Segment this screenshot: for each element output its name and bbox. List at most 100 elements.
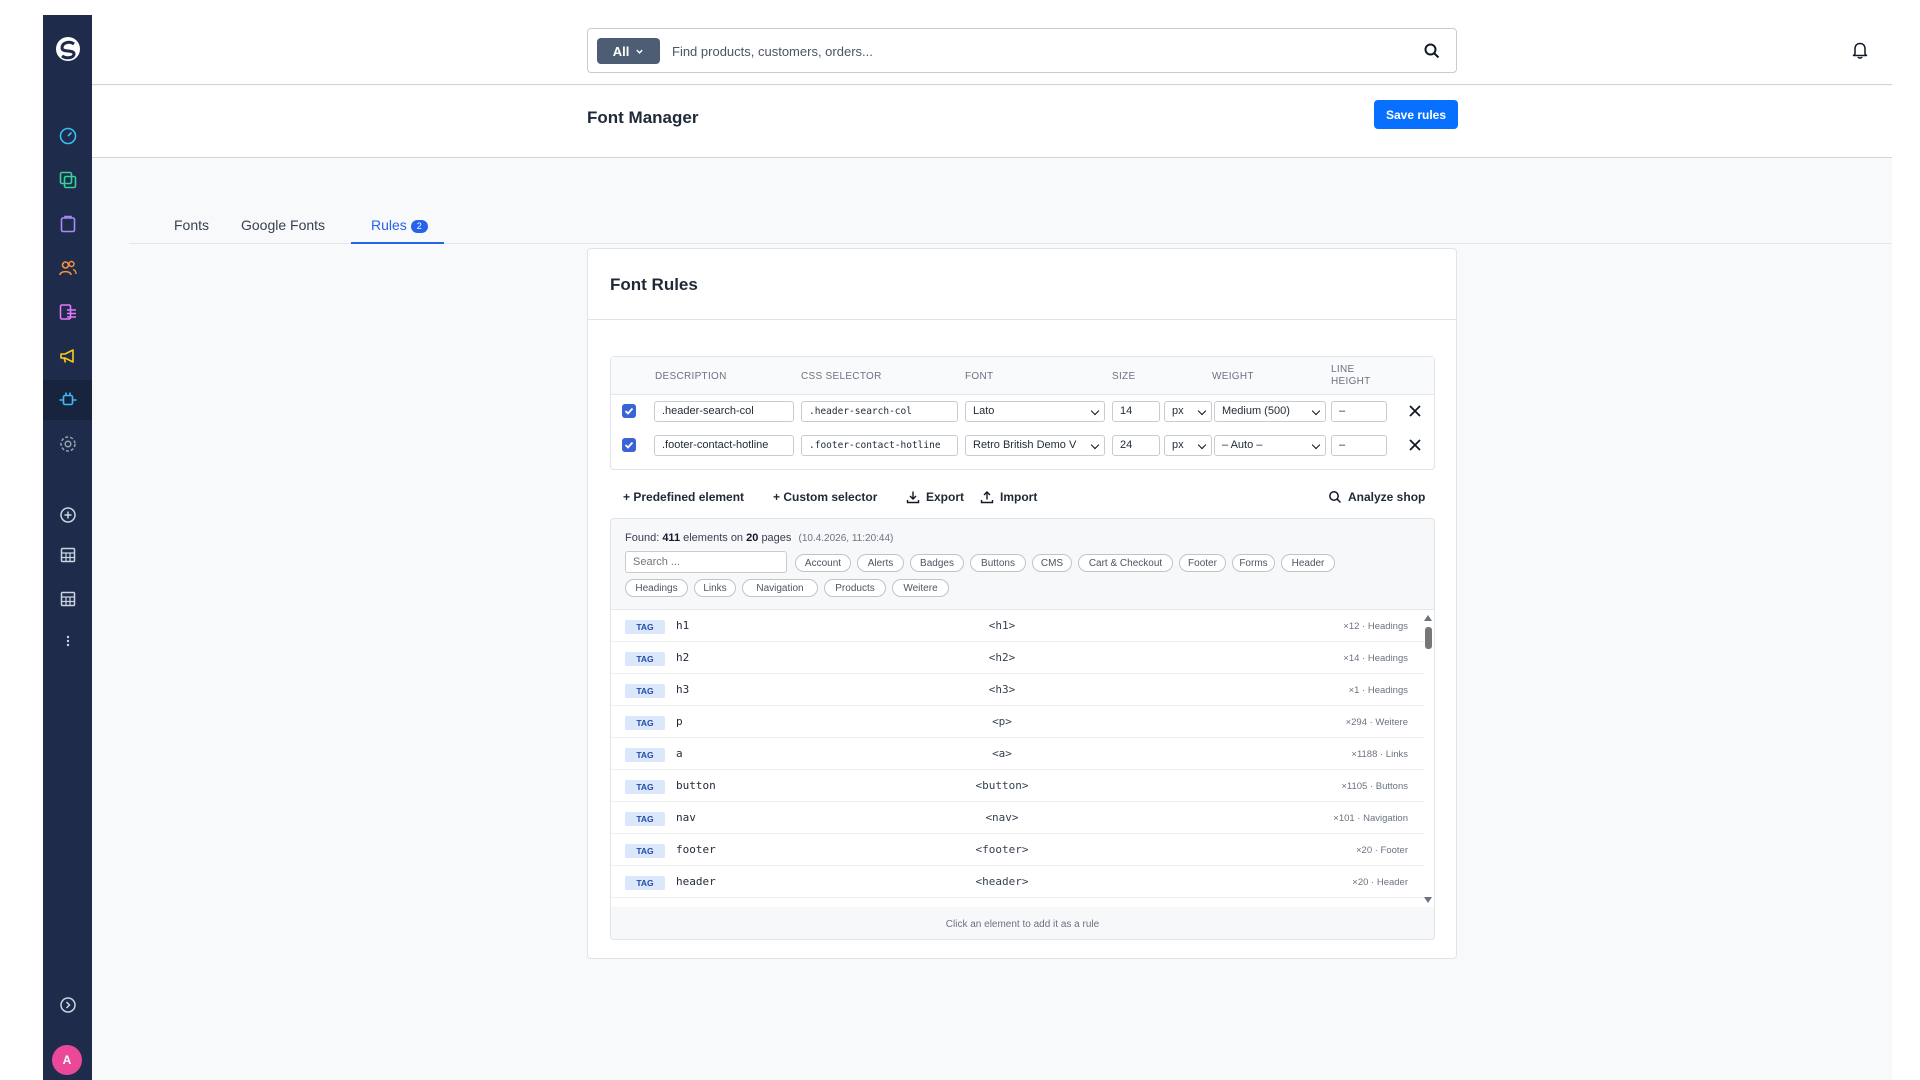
filter-chip[interactable]: Cart & Checkout: [1078, 554, 1173, 572]
sidebar-item-table-2[interactable]: [43, 579, 92, 619]
filter-chip[interactable]: Links: [694, 579, 736, 597]
list-item[interactable]: TAG p <p> ×294 · Weitere: [611, 706, 1424, 738]
sidebar-item-catalog[interactable]: [43, 160, 92, 200]
sidebar-item-customers[interactable]: [43, 248, 92, 288]
rule-selector-input[interactable]: .footer-contact-hotline: [801, 435, 958, 456]
col-font: FONT: [965, 371, 994, 382]
tab-rules-label: Rules: [371, 217, 407, 233]
rule-enabled-checkbox[interactable]: [622, 404, 636, 418]
element-name: header: [676, 875, 716, 888]
search-scope-dropdown[interactable]: All: [597, 38, 660, 64]
tab-rules[interactable]: Rules 2: [371, 217, 428, 233]
filter-chip[interactable]: Headings: [625, 579, 688, 597]
found-timestamp: (10.4.2026, 11:20:44): [798, 533, 894, 544]
table-icon: [60, 591, 75, 607]
search-icon: [1329, 491, 1342, 504]
add-predefined-element-button[interactable]: + Predefined element: [623, 490, 744, 504]
close-icon[interactable]: [1408, 404, 1422, 418]
bell-icon[interactable]: [1850, 40, 1870, 60]
tab-fonts[interactable]: Fonts: [174, 217, 209, 233]
element-name: p: [676, 715, 683, 728]
sidebar-item-table-1[interactable]: [43, 535, 92, 575]
check-icon: [624, 441, 634, 449]
rule-unit-select[interactable]: px: [1164, 401, 1212, 422]
search-input[interactable]: [672, 39, 1392, 63]
list-item[interactable]: TAG h1 <h1> ×12 · Headings: [611, 610, 1424, 642]
rule-size-input[interactable]: 24: [1112, 435, 1160, 456]
sidebar: A: [43, 15, 92, 1080]
global-search: All: [587, 28, 1457, 73]
element-meta: ×1105 · Buttons: [1341, 781, 1408, 792]
filter-chip[interactable]: Navigation: [742, 579, 818, 597]
logo-icon[interactable]: [55, 36, 81, 62]
list-item[interactable]: TAG a <a> ×1188 · Links: [611, 738, 1424, 770]
sidebar-item-orders[interactable]: [43, 204, 92, 244]
chevron-down-icon: [636, 49, 644, 54]
export-button[interactable]: Export: [906, 490, 964, 504]
filter-chip[interactable]: Header: [1281, 554, 1335, 572]
col-size: SIZE: [1112, 371, 1136, 382]
analyze-shop-button[interactable]: Analyze shop: [1328, 490, 1425, 504]
import-button[interactable]: Import: [980, 490, 1037, 504]
sidebar-item-more[interactable]: [43, 621, 92, 661]
sidebar-item-marketing[interactable]: [43, 336, 92, 376]
avatar[interactable]: A: [52, 1045, 82, 1075]
sidebar-item-settings[interactable]: [43, 424, 92, 464]
list-item[interactable]: TAG header <header> ×20 · Header: [611, 866, 1424, 898]
found-summary: Found: 411 elements on 20 pages (10.4.20…: [625, 532, 893, 544]
element-meta: ×14 · Headings: [1343, 653, 1408, 664]
filter-chip[interactable]: Weitere: [892, 579, 949, 597]
list-item[interactable]: TAG nav <nav> ×101 · Navigation: [611, 802, 1424, 834]
rule-description-input[interactable]: .header-search-col: [654, 401, 794, 422]
filter-chip[interactable]: CMS: [1032, 554, 1072, 572]
add-custom-selector-button[interactable]: + Custom selector: [773, 490, 877, 504]
sidebar-item-content[interactable]: [43, 292, 92, 332]
sidebar-item-add[interactable]: [43, 495, 92, 535]
element-tag: <h1>: [988, 619, 1016, 632]
settings-icon: [59, 436, 76, 452]
search-icon[interactable]: [1423, 42, 1441, 60]
rule-size-input[interactable]: 14: [1112, 401, 1160, 422]
sidebar-item-dashboard[interactable]: [43, 116, 92, 156]
filter-chip[interactable]: Products: [824, 579, 886, 597]
filter-chip[interactable]: Account: [795, 554, 851, 572]
element-search-input[interactable]: [625, 551, 787, 573]
col-weight: WEIGHT: [1212, 371, 1254, 382]
list-item[interactable]: TAG button <button> ×1105 · Buttons: [611, 770, 1424, 802]
scrollbar-thumb[interactable]: [1425, 627, 1432, 649]
filter-chip[interactable]: Buttons: [970, 554, 1026, 572]
rule-weight-select[interactable]: Medium (500): [1214, 401, 1326, 422]
catalog-icon: [59, 171, 76, 189]
scroll-down-arrow[interactable]: [1424, 897, 1432, 903]
rule-enabled-checkbox[interactable]: [622, 438, 636, 452]
filter-chip[interactable]: Badges: [910, 554, 964, 572]
list-item[interactable]: TAG h3 <h3> ×1 · Headings: [611, 674, 1424, 706]
more-icon: [66, 635, 69, 647]
rule-selector-input[interactable]: .header-search-col: [801, 401, 958, 422]
rule-line-height-input[interactable]: –: [1331, 435, 1387, 456]
list-item[interactable]: TAG h2 <h2> ×14 · Headings: [611, 642, 1424, 674]
content-icon: [59, 304, 76, 320]
close-icon[interactable]: [1408, 438, 1422, 452]
add-predefined-element-label: + Predefined element: [623, 490, 745, 504]
sidebar-expand-button[interactable]: [43, 985, 92, 1025]
element-tag: <p>: [992, 715, 1012, 728]
rule-weight-select[interactable]: – Auto –: [1214, 435, 1326, 456]
tab-google-fonts[interactable]: Google Fonts: [241, 217, 325, 233]
sidebar-item-extensions[interactable]: [43, 380, 92, 420]
tag-badge: TAG: [625, 716, 665, 730]
save-rules-button[interactable]: Save rules: [1374, 100, 1458, 129]
rules-table: DESCRIPTION CSS SELECTOR FONT SIZE WEIGH…: [610, 356, 1435, 470]
customers-icon: [58, 260, 77, 276]
list-item[interactable]: TAG footer <footer> ×20 · Footer: [611, 834, 1424, 866]
rule-line-height-input[interactable]: –: [1331, 401, 1387, 422]
filter-chip[interactable]: Forms: [1232, 554, 1275, 572]
element-tag: <button>: [975, 779, 1029, 792]
rule-font-select[interactable]: Retro British Demo V: [965, 435, 1105, 456]
scroll-up-arrow[interactable]: [1424, 615, 1432, 621]
rule-font-select[interactable]: Lato: [965, 401, 1105, 422]
filter-chip[interactable]: Footer: [1179, 554, 1226, 572]
rule-unit-select[interactable]: px: [1164, 435, 1212, 456]
rule-description-input[interactable]: .footer-contact-hotline: [654, 435, 794, 456]
filter-chip[interactable]: Alerts: [857, 554, 904, 572]
